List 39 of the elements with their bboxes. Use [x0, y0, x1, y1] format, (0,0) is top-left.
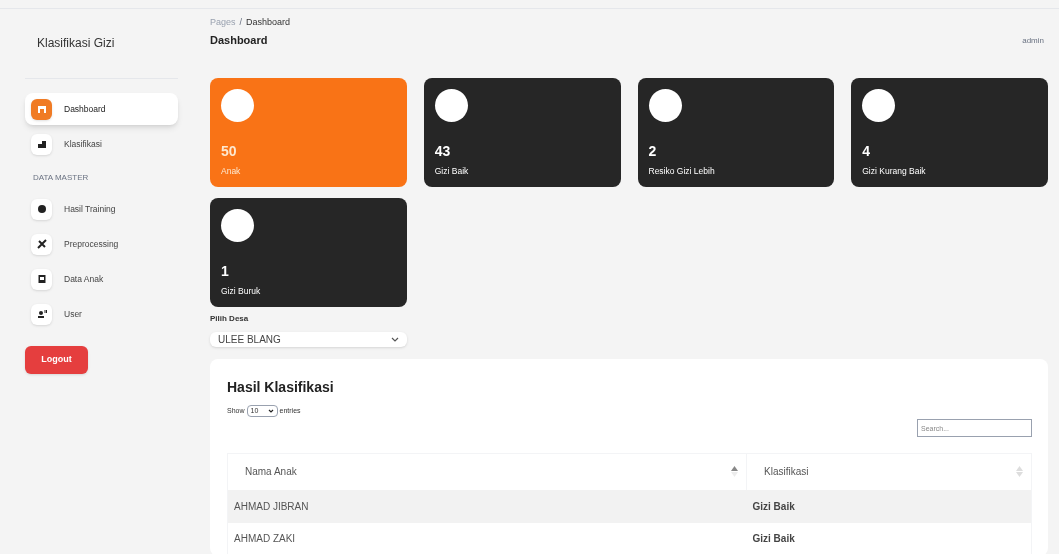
stat-label: Gizi Baik: [434, 165, 470, 178]
brand-title: Klasifikasi Gizi: [37, 35, 116, 52]
breadcrumb-separator: /: [239, 16, 243, 29]
user-name[interactable]: admin: [1022, 35, 1044, 47]
stat-label: Gizi Kurang Baik: [862, 165, 927, 178]
stat-value: 2: [648, 142, 658, 161]
field-label: Pilih Desa: [210, 313, 250, 325]
stat-label: Resiko Gizi Lebih: [648, 165, 716, 178]
nav-item[interactable]: Data Anak: [25, 263, 178, 295]
stat-value: 1: [221, 262, 230, 281]
breadcrumb-current: Dashboard: [246, 16, 291, 29]
nav-icon: [35, 103, 48, 115]
nav-item[interactable]: Klasifikasi: [25, 128, 178, 160]
stat-value: 4: [862, 142, 872, 161]
column-header[interactable]: Nama Anak: [227, 453, 747, 490]
column-header[interactable]: Klasifikasi: [746, 453, 1032, 490]
nav-item[interactable]: User: [25, 298, 178, 330]
stat-value: 43: [434, 142, 452, 161]
nav-item[interactable]: Hasil Training: [25, 193, 178, 225]
stat-label: Anak: [221, 165, 242, 178]
caret-icon: [267, 409, 274, 413]
village-select[interactable]: ULEE BLANG: [210, 332, 407, 347]
nav-icon: [35, 138, 48, 150]
nav-icon: [35, 238, 48, 250]
nav-icon: [35, 203, 48, 215]
page-title: Dashboard: [210, 32, 269, 48]
table-cell: AHMAD JIBRAN: [227, 489, 747, 523]
nav-item[interactable]: Preprocessing: [25, 228, 178, 260]
nav-item[interactable]: Dashboard: [25, 93, 178, 125]
nav-icon: [35, 308, 48, 320]
stat-value: 50: [221, 142, 238, 161]
section-heading: DATA MASTER: [33, 172, 90, 184]
table-cell: Gizi Baik: [746, 522, 1032, 554]
logout-button[interactable]: Logout: [25, 346, 88, 374]
table-cell: AHMAD ZAKI: [227, 522, 747, 554]
table-cell: Gizi Baik: [746, 489, 1032, 523]
stat-label: Gizi Buruk: [221, 285, 262, 298]
chevron-down-icon: [391, 337, 399, 342]
card-title: Hasil Klasifikasi: [227, 378, 335, 397]
